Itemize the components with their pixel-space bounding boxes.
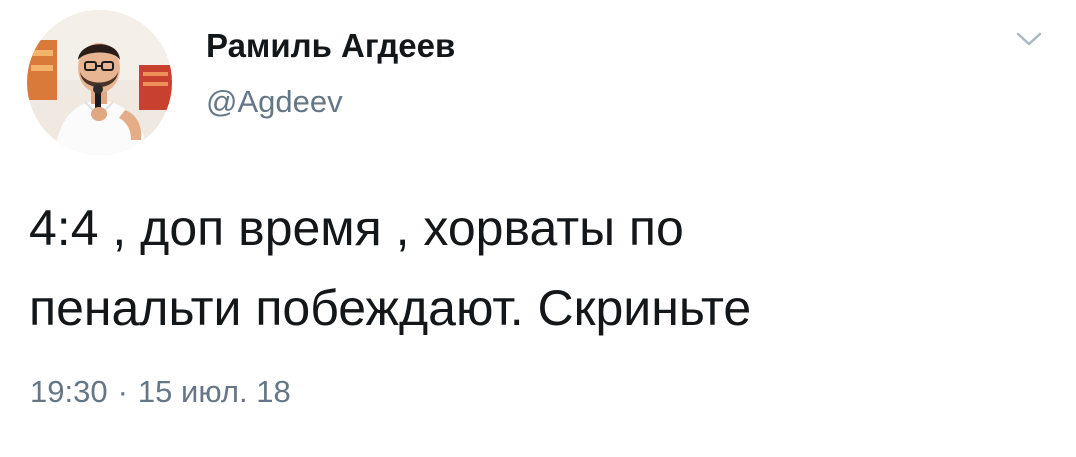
avatar[interactable]	[27, 10, 172, 155]
tweet-text: 4:4 , доп время , хорваты по пенальти по…	[29, 188, 1049, 348]
meta-separator: ·	[117, 374, 128, 409]
user-handle[interactable]: @Agdeev	[206, 84, 343, 120]
tweet-time: 19:30	[30, 374, 108, 409]
display-name[interactable]: Рамиль Агдеев	[206, 27, 455, 65]
chevron-down-icon[interactable]	[1012, 26, 1046, 52]
tweet-timestamp[interactable]: 19:30 · 15 июл. 18	[30, 374, 291, 410]
tweet-text-line: пенальти побеждают. Скриньте	[29, 280, 752, 336]
tweet-text-line: 4:4 , доп время , хорваты по	[29, 200, 684, 256]
user-photo-icon	[27, 10, 172, 155]
tweet-card: Рамиль Агдеев @Agdeev 4:4 , доп время , …	[0, 0, 1076, 457]
tweet-date: 15 июл. 18	[137, 374, 291, 409]
